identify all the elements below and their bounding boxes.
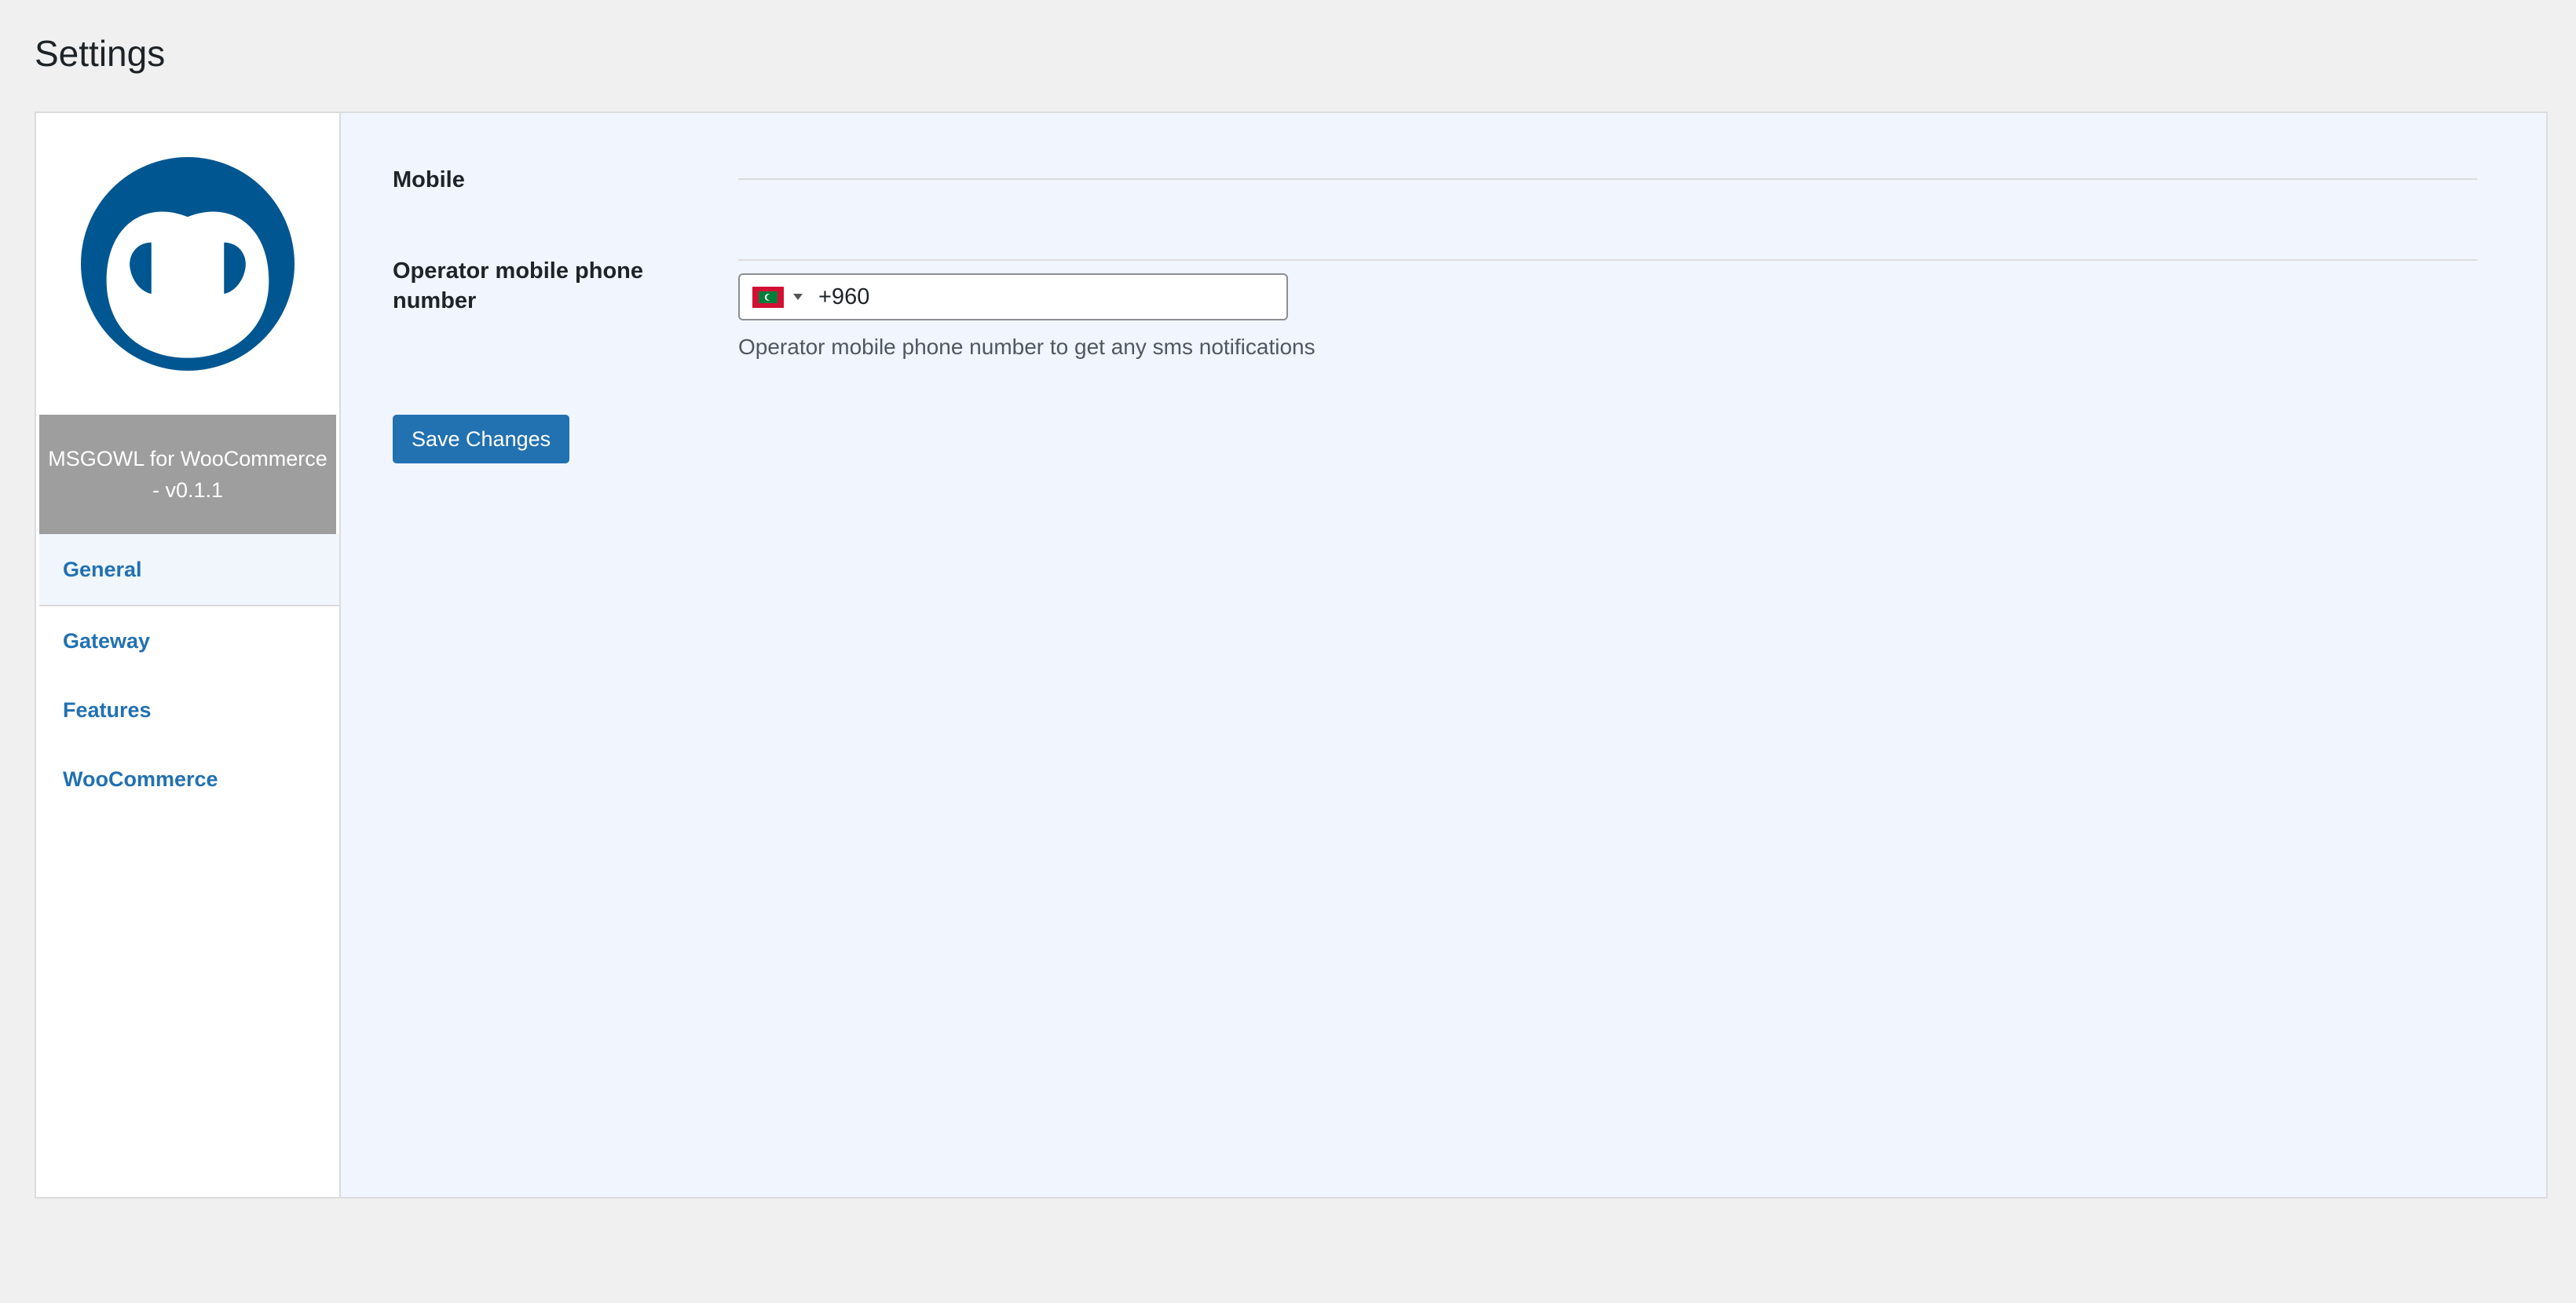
save-changes-button[interactable]: Save Changes bbox=[393, 415, 570, 463]
chevron-down-icon bbox=[793, 294, 803, 300]
sidebar-item-woocommerce[interactable]: WooCommerce bbox=[39, 745, 339, 814]
country-code-selector[interactable] bbox=[740, 275, 810, 319]
operator-phone-label: Operator mobile phone number bbox=[393, 258, 644, 313]
sidebar-item-features[interactable]: Features bbox=[39, 675, 339, 745]
sidebar-item-gateway[interactable]: Gateway bbox=[39, 606, 339, 675]
field-divider bbox=[738, 259, 2477, 261]
settings-content: Mobile Operator mobile phone number Oper… bbox=[341, 113, 2546, 1197]
sidebar-item-general[interactable]: General bbox=[39, 534, 339, 606]
sidebar-nav: General Gateway Features WooCommerce bbox=[36, 534, 339, 814]
owl-logo-icon bbox=[81, 157, 295, 371]
phone-number-input[interactable] bbox=[818, 284, 1227, 310]
plugin-name-banner: MSGOWL for WooCommerce - v0.1.1 bbox=[39, 415, 336, 534]
maldives-flag-icon bbox=[752, 286, 784, 308]
sidebar: MSGOWL for WooCommerce - v0.1.1 General … bbox=[36, 113, 341, 1197]
logo-container bbox=[36, 113, 339, 415]
section-divider bbox=[738, 178, 2477, 180]
section-heading-mobile: Mobile bbox=[393, 167, 465, 192]
page-title: Settings bbox=[35, 33, 166, 74]
operator-phone-field bbox=[738, 273, 1288, 320]
settings-panel: MSGOWL for WooCommerce - v0.1.1 General … bbox=[35, 112, 2548, 1199]
operator-phone-description: Operator mobile phone number to get any … bbox=[738, 335, 1315, 359]
